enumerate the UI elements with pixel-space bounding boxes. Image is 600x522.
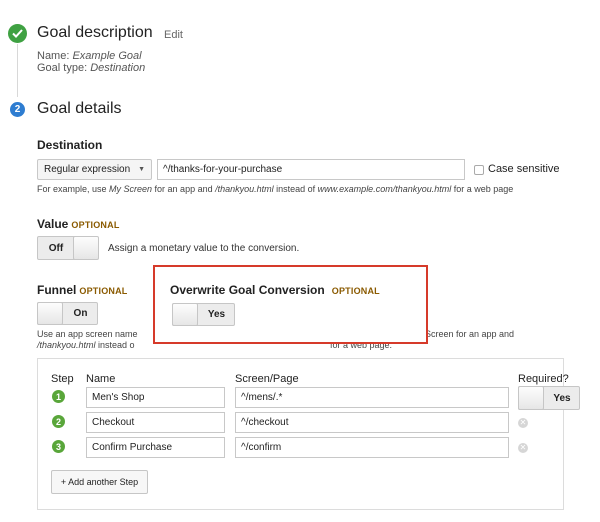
funnel-toggle[interactable]: On (37, 302, 98, 325)
hint-text: Use an app screen name (37, 329, 138, 339)
close-icon[interactable]: ✕ (518, 443, 528, 453)
goal-name-value: Example Goal (72, 50, 142, 62)
destination-input[interactable]: ^/thanks-for-your-purchase (157, 159, 465, 180)
hint-example-path: /thankyou.html (215, 184, 274, 194)
step-connector-line (17, 44, 18, 97)
funnel-hint-line-1: Use an app screen name (37, 329, 138, 340)
match-type-select[interactable]: Regular expression ▼ (37, 159, 152, 180)
step-screen-input[interactable]: ^/mens/.* (235, 387, 509, 408)
step-name-input[interactable]: Checkout (86, 412, 225, 433)
step-number-badge: 2 (52, 415, 65, 428)
hint-text: for an app and (152, 184, 216, 194)
destination-hint: For example, use My Screen for an app an… (37, 184, 513, 195)
overwrite-optional-tag: OPTIONAL (331, 286, 380, 296)
hint-example-path: /thankyou.html (37, 340, 96, 350)
case-sensitive-checkbox[interactable] (474, 165, 484, 175)
case-sensitive-label: Case sensitive (488, 163, 560, 175)
funnel-optional-tag: OPTIONAL (79, 286, 128, 296)
value-optional-tag: OPTIONAL (71, 220, 120, 230)
hint-text: for a web page (451, 184, 514, 194)
hint-text: instead o (95, 340, 135, 350)
col-header-name: Name (86, 373, 116, 385)
step-name-input[interactable]: Men's Shop (86, 387, 225, 408)
goal-name-line: Name: Example Goal (37, 50, 142, 62)
hint-example-url: www.example.com/thankyou.html (317, 184, 452, 194)
destination-label: Destination (37, 138, 103, 152)
goal-type-value: Destination (90, 62, 146, 74)
funnel-toggle-knob (37, 302, 63, 325)
funnel-hint-line-1-end: Screen for an app and (425, 329, 515, 339)
value-toggle[interactable]: Off (37, 236, 99, 260)
col-header-required: Required? (518, 373, 569, 385)
step-number-badge: 1 (52, 390, 65, 403)
step-number-badge: 3 (52, 440, 65, 453)
match-type-value: Regular expression (44, 164, 131, 175)
overwrite-toggle-knob (172, 303, 198, 326)
required-toggle[interactable]: Yes (518, 386, 580, 410)
chevron-down-icon: ▼ (138, 166, 145, 173)
overwrite-toggle[interactable]: Yes (172, 303, 235, 326)
overwrite-heading: Overwrite Goal Conversion OPTIONAL (170, 283, 380, 297)
hint-text: For example, use (37, 184, 110, 194)
value-description: Assign a monetary value to the conversio… (108, 243, 300, 254)
edit-link[interactable]: Edit (164, 29, 183, 41)
step-screen-input[interactable]: ^/confirm (235, 437, 509, 458)
step-name-input[interactable]: Confirm Purchase (86, 437, 225, 458)
funnel-label: Funnel (37, 283, 77, 297)
step-complete-checkmark-icon (8, 24, 27, 43)
value-heading: Value OPTIONAL (37, 217, 120, 231)
col-header-step: Step (51, 373, 74, 385)
goal-type-label: Goal type: (37, 62, 88, 74)
funnel-toggle-state: On (73, 308, 88, 319)
close-icon[interactable]: ✕ (518, 418, 528, 428)
goal-type-line: Goal type: Destination (37, 62, 145, 74)
overwrite-label: Overwrite Goal Conversion (170, 283, 325, 297)
required-toggle-state: Yes (553, 392, 571, 404)
funnel-hint-line-2: /thankyou.html instead o (37, 340, 135, 351)
value-label: Value (37, 217, 69, 231)
step-screen-input[interactable]: ^/checkout (235, 412, 509, 433)
goal-name-label: Name: (37, 50, 70, 62)
value-toggle-knob (73, 236, 99, 260)
value-toggle-state: Off (48, 242, 64, 254)
overwrite-toggle-state: Yes (207, 309, 226, 320)
goal-details-title: Goal details (37, 100, 122, 117)
col-header-screen: Screen/Page (235, 373, 299, 385)
hint-example-app: My Screen (109, 184, 153, 194)
hint-text: instead of (273, 184, 318, 194)
step-number-badge: 2 (10, 102, 25, 117)
goal-description-title: Goal description (37, 24, 153, 41)
add-step-button[interactable]: + Add another Step (51, 470, 148, 494)
required-toggle-knob (518, 386, 544, 410)
funnel-heading: Funnel OPTIONAL (37, 283, 128, 297)
